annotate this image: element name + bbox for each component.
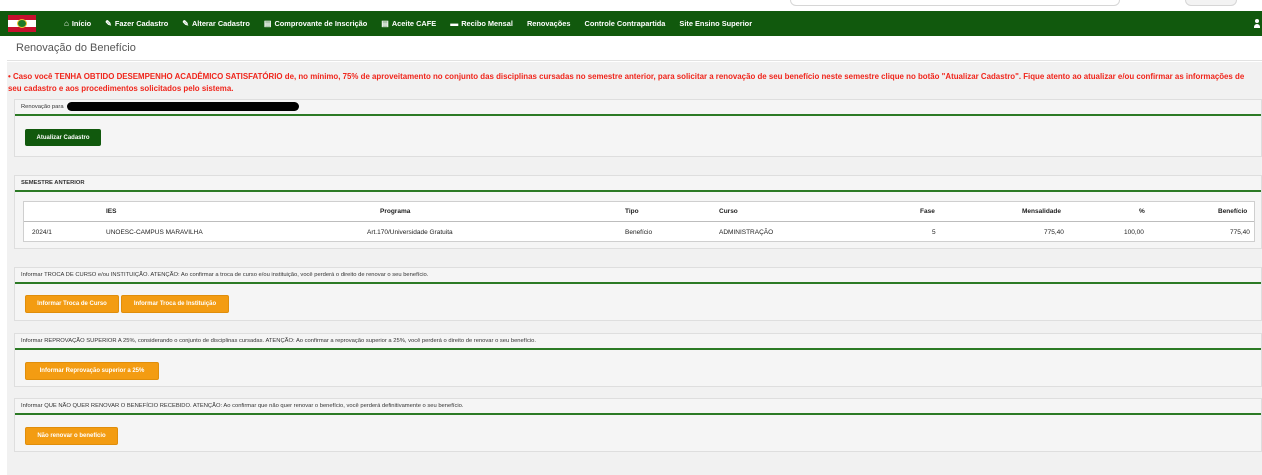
address-bar[interactable] [790,0,1120,6]
nao-renovar-text: Informar QUE NÃO QUER RENOVAR O BENEFÍCI… [21,403,464,409]
cell-fase: 5 [932,228,936,236]
nav-item-label: Controle Contrapartida [584,19,666,28]
col-programa: Programa [380,208,411,215]
nav-menu: ⌂ Início ✎ Fazer Cadastro ✎ Alterar Cadastr… [64,11,766,36]
nav-item-site-ensino-superior[interactable]: Site Ensino Superior [679,19,752,28]
cell-ies: UNOESC-CAMPUS MARAVILHA [106,228,203,236]
renovacao-header: Renovação para [15,100,1261,114]
col-mensalidade: Mensalidade [1022,208,1062,215]
cell-percent: 100,00 [1124,228,1144,236]
reprovacao-button[interactable]: Informar Reprovação superior a 25% [25,362,159,380]
redacted-name [66,101,299,111]
edit-icon: ✎ [182,18,189,28]
nav-item-label: Aceite CAFE [391,19,437,28]
nav-item-comprovante[interactable]: ▤ Comprovante de Inscrição [264,19,367,28]
document-icon: ▤ [263,18,272,28]
nav-item-label: Início [71,19,92,28]
nav-item-aceite-cafe[interactable]: ▤ Aceite CAFE [381,19,436,28]
renovacao-label: Renovação para [21,104,64,110]
page-title: Renovação do Benefício [16,42,136,54]
browser-button[interactable] [1185,0,1237,6]
renovacao-box: Renovação para [14,99,1262,157]
col-beneficio: Benefício [1218,208,1248,215]
semestre-anterior-heading: SEMESTRE ANTERIOR [21,180,85,186]
nav-item-alterar-cadastro[interactable]: ✎ Alterar Cadastro [182,19,250,28]
col-ies: IES [106,208,117,215]
cell-tipo: Benefício [625,228,653,236]
renewal-alert-text: • Caso você TENHA OBTIDO DESEMPENHO ACAD… [8,72,1245,93]
atualizar-cadastro-button[interactable]: Atualizar Cadastro [25,129,101,146]
santa-catarina-flag-logo[interactable] [8,15,36,32]
cell-beneficio: 775,40 [1230,228,1250,236]
top-navbar: ⌂ Início ✎ Fazer Cadastro ✎ Alterar Cadastr… [0,11,1262,36]
nav-item-label: Comprovante de Inscrição [274,19,368,28]
reprovacao-box: Informar REPROVAÇÃO SUPERIOR A 25%, cons… [14,333,1262,387]
nav-item-recibo-mensal[interactable]: ▬ Recibo Mensal [450,19,513,28]
table-header-row: IES Programa Tipo Curso Fase Mensalidade… [24,202,1254,222]
nav-item-label: Recibo Mensal [461,19,513,28]
section-rule [15,348,1261,350]
edit-icon: ✎ [105,18,112,28]
semestre-table: IES Programa Tipo Curso Fase Mensalidade… [23,201,1255,242]
troca-curso-button[interactable]: Informar Troca de Curso [25,295,119,313]
col-tipo: Tipo [625,208,639,215]
document-icon: ▤ [381,18,389,28]
col-percent: % [1139,208,1145,215]
cell-mensalidade: 775,40 [1044,228,1064,236]
nao-renovar-box: Informar QUE NÃO QUER RENOVAR O BENEFÍCI… [14,398,1262,452]
col-fase: Fase [920,208,935,215]
nao-renovar-button[interactable]: Não renovar o benefício [25,427,118,445]
cell-curso: ADMINISTRAÇÃO [719,228,774,236]
troca-text: Informar TROCA DE CURSO e/ou INSTITUIÇÃO… [21,272,429,278]
section-rule [15,413,1261,415]
card-icon: ▬ [450,18,459,28]
nav-item-controle-contrapartida[interactable]: Controle Contrapartida [585,19,666,28]
section-rule [15,114,1261,116]
section-rule [15,190,1261,192]
troca-instituicao-button[interactable]: Informar Troca de Instituição [121,295,229,313]
section-rule [15,282,1261,284]
nav-item-fazer-cadastro[interactable]: ✎ Fazer Cadastro [105,19,168,28]
nav-item-renovacoes[interactable]: Renovações [527,19,571,28]
cell-programa: Art.170/Universidade Gratuita [367,228,453,236]
nav-item-label: Renovações [526,19,571,28]
user-icon[interactable] [1254,19,1260,28]
col-curso: Curso [719,208,738,215]
cell-semestre: 2024/1 [32,228,52,236]
nav-item-label: Fazer Cadastro [114,19,169,28]
home-icon: ⌂ [64,18,69,28]
nav-item-label: Site Ensino Superior [679,19,753,28]
nav-item-label: Alterar Cadastro [191,19,250,28]
table-row: 2024/1 UNOESC-CAMPUS MARAVILHA Art.170/U… [24,223,1254,241]
divider [7,60,1262,61]
reprovacao-text: Informar REPROVAÇÃO SUPERIOR A 25%, cons… [21,338,536,344]
nav-item-inicio[interactable]: ⌂ Início [64,19,91,28]
